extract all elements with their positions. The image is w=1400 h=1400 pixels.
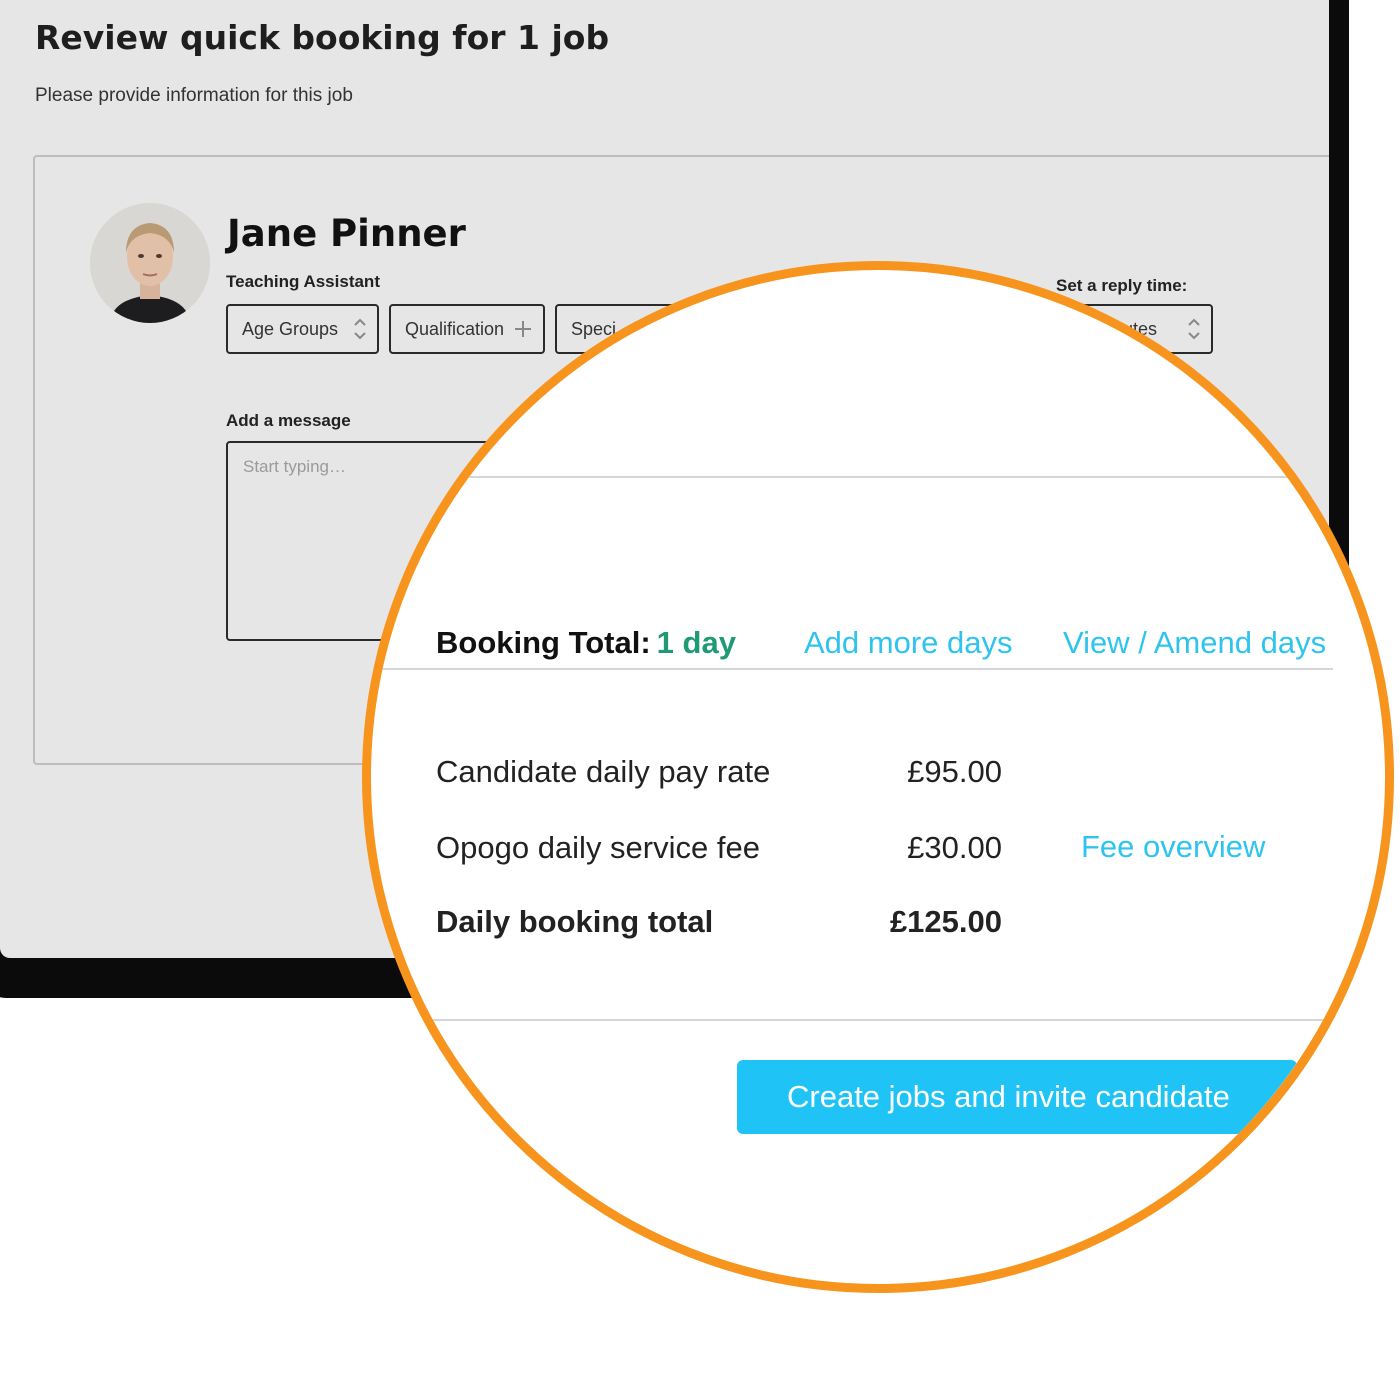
divider bbox=[371, 476, 1385, 478]
divider bbox=[371, 668, 1333, 670]
daily-total-label: Daily booking total bbox=[436, 904, 714, 939]
booking-days-count: 1 day bbox=[656, 625, 736, 660]
plus-icon bbox=[513, 316, 533, 347]
magnifier-circle: Booking Total: 1 day Add more days View /… bbox=[362, 261, 1394, 1293]
page-subtitle: Please provide information for this job bbox=[35, 85, 353, 106]
qualification-label: Qualification bbox=[405, 318, 505, 339]
candidate-photo bbox=[90, 203, 210, 323]
page-title: Review quick booking for 1 job bbox=[35, 18, 610, 57]
message-label: Add a message bbox=[226, 411, 351, 430]
qualification-button[interactable]: Qualification bbox=[389, 304, 545, 354]
divider bbox=[371, 1019, 1385, 1021]
create-jobs-invite-button[interactable]: Create jobs and invite candidate bbox=[737, 1060, 1297, 1134]
up-down-chevron-icon bbox=[1187, 316, 1201, 347]
candidate-role: Teaching Assistant bbox=[226, 272, 380, 291]
reply-time-label: Set a reply time: bbox=[1056, 276, 1188, 295]
age-groups-select[interactable]: Age Groups bbox=[226, 304, 379, 354]
booking-total: Booking Total: 1 day bbox=[436, 625, 736, 661]
service-fee-value: £30.00 bbox=[907, 830, 1002, 865]
pay-rate-value: £95.00 bbox=[907, 754, 1002, 789]
daily-total-value: £125.00 bbox=[889, 904, 1002, 939]
age-groups-label: Age Groups bbox=[242, 318, 339, 339]
up-down-chevron-icon bbox=[353, 316, 367, 347]
view-amend-days-link[interactable]: View / Amend days bbox=[1063, 625, 1326, 661]
service-fee-label: Opogo daily service fee bbox=[436, 830, 760, 865]
candidate-avatar bbox=[90, 203, 210, 323]
booking-total-label: Booking Total: bbox=[436, 625, 651, 660]
candidate-name: Jane Pinner bbox=[227, 212, 466, 255]
fee-overview-link[interactable]: Fee overview bbox=[1081, 829, 1265, 865]
pay-rate-label: Candidate daily pay rate bbox=[436, 754, 771, 789]
add-more-days-link[interactable]: Add more days bbox=[804, 625, 1013, 661]
